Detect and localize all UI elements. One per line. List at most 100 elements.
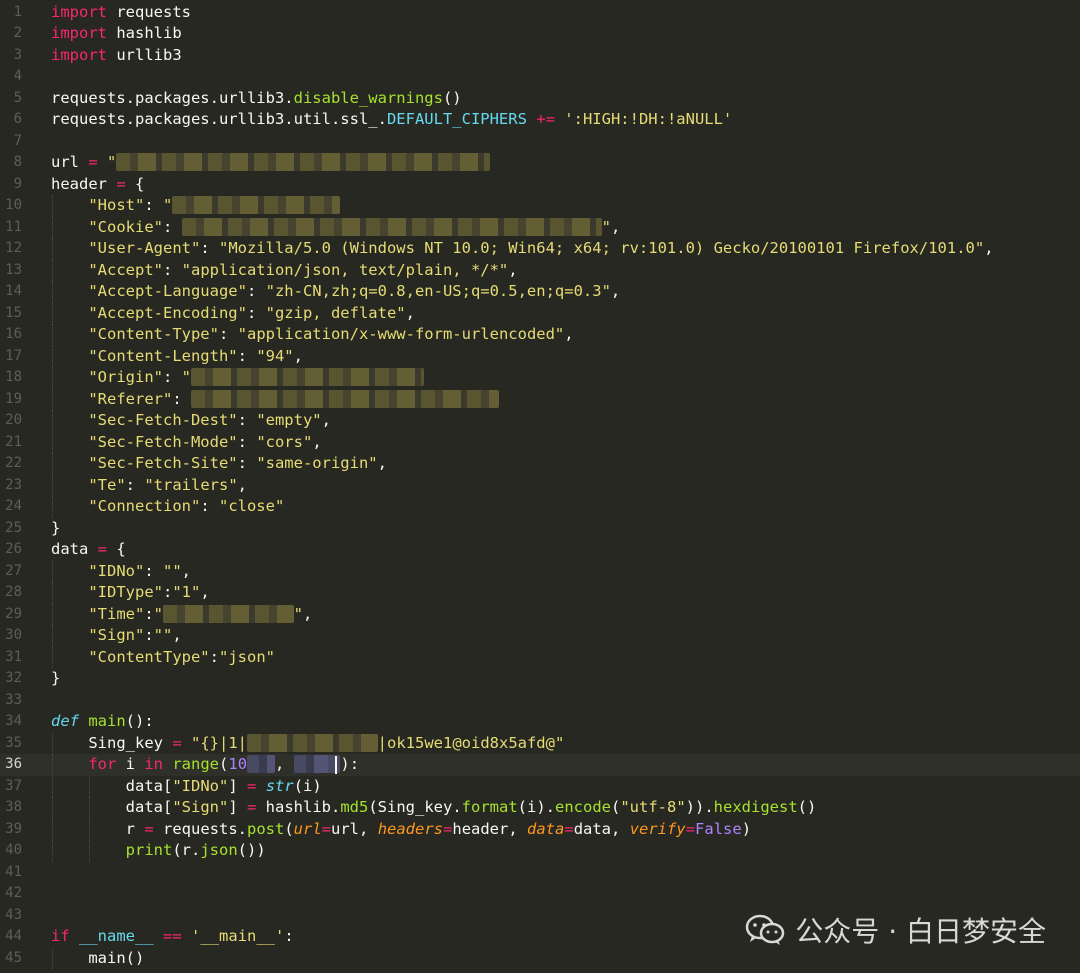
code-line[interactable]: 22 "Sec-Fetch-Site": "same-origin", [0,453,1080,475]
code-token: , [564,325,574,343]
code-editor[interactable]: 1 import requests 2 import hashlib 3 import u… [0,0,1080,973]
code-token: : [162,368,182,386]
code-token: "application/json, text/plain, */*" [181,260,509,279]
code-token: "IDType" [88,583,163,601]
code-text: "IDNo": "", [51,561,191,583]
code-token: "Accept-Encoding" [88,303,247,322]
code-line[interactable]: 30 "Sign":"", [0,625,1080,647]
code-token: "IDNo" [172,776,229,795]
code-line[interactable]: 14 "Accept-Language": "zh-CN,zh;q=0.8,en… [0,281,1080,303]
code-line[interactable]: 39 r = requests.post(url=url, headers=he… [0,818,1080,840]
code-line[interactable]: 2 import hashlib [0,23,1080,45]
code-token: data [51,540,98,558]
code-line[interactable]: 1 import requests [0,2,1080,24]
line-number: 26 [5,541,22,557]
code-line[interactable]: 5 requests.packages.urllib3.disable_warni… [0,88,1080,110]
line-number: 9 [13,175,22,192]
code-line[interactable]: 28 "IDType":"1", [0,582,1080,604]
code-line[interactable]: 11 "Cookie": ", [0,216,1080,238]
code-text: "Sec-Fetch-Dest": "empty", [51,410,331,432]
code-token: : [246,282,266,300]
line-number: 29 [5,605,22,622]
code-line[interactable]: 38 data["Sign"] = hashlib.md5(Sing_key.f… [0,797,1080,819]
code-token: ':HIGH:!DH:!aNULL' [564,110,733,128]
code-token: "Sec-Fetch-Dest" [88,411,238,429]
code-token: = [97,540,108,558]
code-token: "Host" [88,196,145,214]
code-line[interactable]: 25} [0,518,1080,540]
code-token: { [125,174,145,193]
code-line[interactable]: 40 print(r.json()) [0,840,1080,862]
code-line[interactable]: 33 [0,690,1080,712]
code-line[interactable]: 24 "Connection": "close" [0,496,1080,518]
code-text: if __name__ == '__main__': [51,926,294,948]
code-token: "trailers" [144,475,238,494]
code-token: : [200,239,219,257]
code-line[interactable]: 8 url = " [0,152,1080,174]
code-line[interactable]: 19 "Referer": [0,388,1080,411]
code-text: "Content-Type": "application/x-www-form-… [51,324,574,346]
redacted-text [293,755,341,773]
code-text: "Referer": [51,389,499,411]
code-line[interactable]: 32} [0,668,1080,690]
line-number: 30 [5,627,22,643]
code-line[interactable]: 42 [0,883,1080,905]
code-line[interactable]: 18 "Origin": " [0,367,1080,389]
code-token: "Mozilla/5.0 (Windows NT 10.0; Win64; x6… [218,239,985,257]
code-token: = [144,819,154,838]
code-line[interactable]: 26 data = { [0,539,1080,561]
code-token: = [321,819,332,838]
code-line[interactable]: 21 "Sec-Fetch-Mode": "cors", [0,431,1080,453]
line-number: 20 [5,412,22,428]
code-token: data, [573,819,630,838]
code-line[interactable]: 13 "Accept": "application/json, text/pla… [0,259,1080,282]
code-line[interactable]: 3 import urllib3 [0,45,1080,67]
code-line[interactable]: 7 [0,131,1080,153]
code-token: r [51,819,145,838]
code-line[interactable]: 15 "Accept-Encoding": "gzip, deflate", [0,302,1080,324]
code-token: = [685,819,696,838]
code-line[interactable]: 10 "Host": " [0,195,1080,217]
line-number: 10 [5,197,22,213]
code-line[interactable]: 35 Sing_key = "{}|1| |ok15we1@oid8x5afd@… [0,732,1080,754]
code-line[interactable]: 20 "Sec-Fetch-Dest": "empty", [0,410,1080,432]
code-token: : [144,561,163,580]
code-line[interactable]: 27 "IDNo": "", [0,560,1080,583]
code-line[interactable]: 45 main() [0,947,1080,969]
code-token: = [172,733,182,752]
code-token: " [293,604,304,623]
code-token: def [51,712,79,730]
code-token: : [162,260,182,279]
code-line[interactable]: 34 def main(): [0,711,1080,733]
code-token: range [172,755,220,773]
code-line[interactable]: 23 "Te": "trailers", [0,474,1080,496]
code-line[interactable]: 41 [0,862,1080,884]
code-line[interactable]: 36 for i in range(10 , ): [0,754,1080,776]
code-line[interactable]: 12 "User-Agent": "Mozilla/5.0 (Windows N… [0,238,1080,260]
code-line[interactable]: 9 header = { [0,174,1080,196]
line-number: 4 [13,68,22,84]
code-line[interactable]: 29 "Time":" ", [0,603,1080,625]
code-line[interactable]: 4 [0,66,1080,88]
code-text: "Accept": "application/json, text/plain,… [51,260,517,282]
code-text: import requests [51,2,191,24]
code-line[interactable]: 37 data["IDNo"] = str(i) [0,775,1080,797]
code-token: , [293,346,303,365]
code-line[interactable]: 31 "ContentType":"json" [0,646,1080,668]
line-number: 18 [5,369,22,385]
code-line[interactable]: 6 requests.packages.urllib3.util.ssl_.DEF… [0,109,1080,131]
code-token: md5 [340,798,369,816]
code-text: url = " [51,152,490,174]
code-line[interactable]: 17 "Content-Length": "94", [0,345,1080,367]
code-line[interactable]: 16 "Content-Type": "application/x-www-fo… [0,324,1080,346]
code-token: "cors" [256,432,313,451]
line-number: 21 [5,433,22,450]
